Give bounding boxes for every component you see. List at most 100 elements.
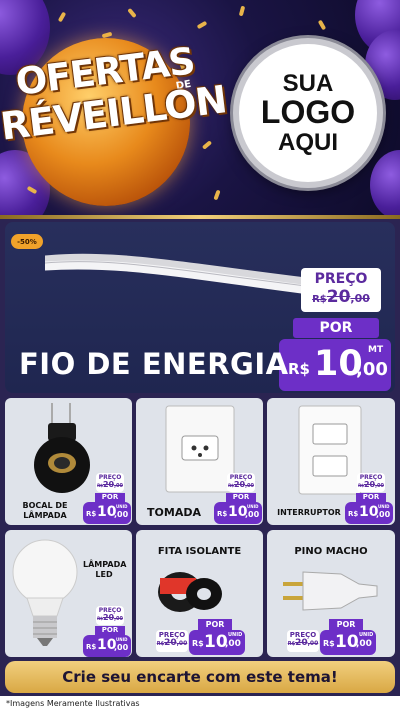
- price-unit: UNID: [247, 504, 259, 509]
- price-unit: UNID: [359, 632, 374, 638]
- logo-text-line2: LOGO: [260, 94, 356, 131]
- preco-label: PREÇO: [314, 271, 368, 287]
- old-price-int: 20: [102, 480, 115, 489]
- confetti: [201, 140, 213, 150]
- old-price-dec: ,00: [375, 483, 384, 489]
- por-label: POR: [356, 493, 386, 502]
- confetti: [127, 7, 137, 19]
- price-box: R$ 10 ,00 UNID: [214, 502, 262, 524]
- por-label: POR: [95, 493, 125, 502]
- switch-image: [298, 405, 362, 495]
- logo-text-line3: AQUI: [278, 128, 338, 156]
- old-price-box: PREÇO R$20,00: [301, 268, 381, 312]
- price-unit: MT: [368, 345, 384, 355]
- old-price-dec: ,00: [176, 640, 188, 647]
- old-price-box: PREÇO R$20,00: [156, 630, 188, 652]
- product-card: INTERRUPTOR PREÇO R$20,00 POR R$ 10 ,00 …: [267, 398, 395, 525]
- price-unit: UNID: [228, 632, 243, 638]
- old-price-int: 20: [233, 480, 246, 489]
- price-dec: ,00: [356, 639, 372, 649]
- por-label: POR: [198, 619, 232, 630]
- product-name: FITA ISOLANTE: [157, 546, 242, 557]
- old-price-box: PREÇO R$20,00: [96, 473, 124, 492]
- price-unit: UNID: [378, 504, 390, 509]
- old-price: R$20,00: [287, 639, 319, 648]
- old-price: R$20,00: [156, 639, 188, 648]
- old-price: R$20,00: [227, 481, 255, 489]
- por-label: POR: [329, 619, 363, 630]
- price-dec: ,00: [114, 643, 129, 652]
- old-price-box: PREÇO R$20,00: [96, 606, 124, 625]
- product-card: LÂMPADA LED PREÇO R$20,00 POR R$ 10 ,00 …: [5, 530, 132, 657]
- confetti: [317, 19, 327, 31]
- old-price-dec: ,00: [245, 483, 254, 489]
- hero-product-title: FIO DE ENERGIA: [19, 347, 289, 381]
- price-dec: ,00: [225, 639, 241, 649]
- old-price-int: 20: [326, 287, 351, 307]
- product-card: PINO MACHO PREÇO R$20,00 POR R$ 10 ,00 U…: [267, 530, 395, 657]
- product-name: LÂMPADA LED: [83, 560, 127, 579]
- old-price-int: 20: [363, 480, 376, 489]
- old-price-currency: R$: [312, 294, 327, 305]
- price-currency: R$: [192, 639, 204, 648]
- price-currency: R$: [288, 360, 310, 378]
- outlet-image: [165, 405, 235, 493]
- old-price-int: 20: [164, 638, 177, 648]
- logo-placeholder: SUA LOGO AQUI: [233, 38, 383, 188]
- price-box: R$ 10 ,00 UNID: [189, 630, 245, 655]
- price-currency: R$: [217, 510, 228, 518]
- lamp-socket-image: [34, 403, 90, 493]
- product-card: FITA ISOLANTE PREÇO R$20,00 POR R$ 10 ,0…: [136, 530, 263, 657]
- old-price: R$20,00: [301, 289, 381, 306]
- old-price-box: PREÇO R$20,00: [227, 473, 255, 492]
- old-price-box: PREÇO R$20,00: [357, 473, 385, 492]
- price-dec: ,00: [376, 510, 391, 519]
- price-box: R$ 10 ,00 UNID: [320, 630, 376, 655]
- price-currency: R$: [323, 639, 335, 648]
- price-currency: R$: [86, 510, 97, 518]
- old-price-currency: R$: [156, 641, 165, 647]
- price-currency: R$: [348, 510, 359, 518]
- old-price-dec: ,00: [350, 292, 370, 305]
- disclaimer-note: *Imagens Meramente Ilustrativas: [0, 696, 400, 711]
- por-label: POR: [95, 626, 125, 635]
- price-dec: ,00: [245, 510, 260, 519]
- discount-tag: -50%: [11, 234, 43, 249]
- old-price-int: 20: [102, 613, 115, 622]
- old-price-dec: ,00: [114, 616, 123, 622]
- confetti: [57, 11, 67, 23]
- logo-text-line1: SUA: [282, 70, 334, 98]
- price-dec: ,00: [356, 359, 388, 380]
- header-banner: OFERTAS DE RÉVEILLON SUA LOGO AQUI: [0, 0, 400, 215]
- por-label: POR: [226, 493, 256, 502]
- confetti: [213, 189, 221, 201]
- old-price: R$20,00: [96, 481, 124, 489]
- old-price-dec: ,00: [114, 483, 123, 489]
- balloon-decoration: [370, 150, 400, 215]
- electrical-tape-image: [158, 572, 222, 612]
- old-price: R$20,00: [357, 481, 385, 489]
- price-box: R$ 10 ,00 MT: [279, 339, 391, 391]
- old-price-dec: ,00: [307, 640, 319, 647]
- product-name: TOMADA: [147, 506, 201, 519]
- old-price-int: 20: [295, 638, 308, 648]
- gold-divider: [0, 215, 400, 219]
- old-price: R$20,00: [96, 614, 124, 622]
- create-flyer-button[interactable]: Crie seu encarte com este tema!: [5, 661, 395, 693]
- confetti: [196, 20, 208, 30]
- led-bulb-image: [12, 539, 78, 646]
- price-box: R$ 10 ,00 UNID: [83, 502, 131, 524]
- price-box: R$ 10 ,00 UNID: [345, 502, 393, 524]
- price-box: R$ 10 ,00 UNID: [83, 635, 131, 657]
- product-card: BOCAL DE LÂMPADA PREÇO R$20,00 POR R$ 10…: [5, 398, 132, 525]
- price-unit: UNID: [116, 637, 128, 642]
- product-name: BOCAL DE LÂMPADA: [22, 501, 68, 520]
- plug-image: [283, 571, 378, 611]
- product-card: TOMADA PREÇO R$20,00 POR R$ 10 ,00 UNID: [136, 398, 263, 525]
- old-price-currency: R$: [287, 641, 296, 647]
- price-currency: R$: [86, 643, 97, 651]
- price-unit: UNID: [116, 504, 128, 509]
- hero-product-card: -50% PREÇO R$20,00 POR R$ 10 ,00 MT FIO …: [5, 222, 395, 393]
- old-price-box: PREÇO R$20,00: [287, 630, 319, 652]
- product-name: INTERRUPTOR: [277, 508, 341, 517]
